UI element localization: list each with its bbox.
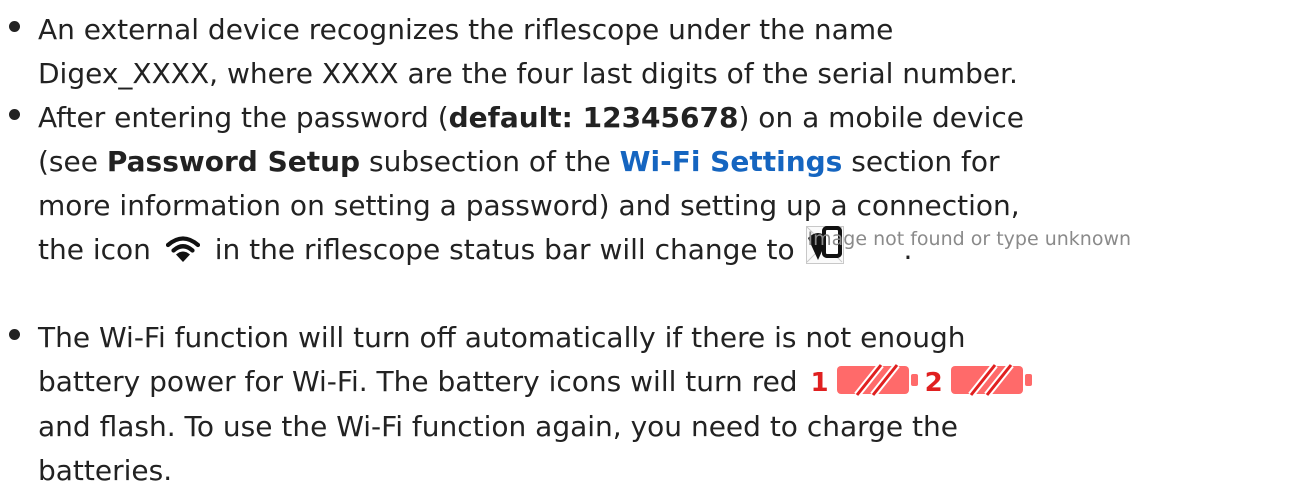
bullet-device-name: An external device recognizes the rifles…	[0, 8, 1098, 96]
battery-2-label: 2	[924, 368, 943, 398]
password-line3: more information on setting a password) …	[38, 189, 1020, 222]
battery-line4: batteries.	[38, 454, 173, 487]
password-subsection-text: subsection of the	[360, 145, 620, 178]
battery-line3: and flash. To use the Wi-Fi function aga…	[38, 410, 958, 443]
password-text-before: After entering the password (	[38, 101, 449, 134]
battery-1-label: 1	[810, 368, 829, 398]
bullet-battery: The Wi-Fi function will turn off automat…	[0, 316, 1098, 493]
bullet-device-name-line1: An external device recognizes the rifles…	[38, 13, 894, 46]
battery-text-before: battery power for Wi-Fi. The battery ico…	[38, 365, 807, 398]
password-text-after: ) on a mobile device	[738, 101, 1024, 134]
broken-image-icon: Image not found or type unknown	[805, 226, 1131, 264]
password-section-for-text: section for	[842, 145, 1000, 178]
password-default: default: 12345678	[448, 101, 739, 134]
password-setup-label: Password Setup	[106, 145, 361, 178]
wifi-settings-link[interactable]: Wi-Fi Settings	[620, 145, 843, 178]
password-the-icon-text: the icon	[38, 233, 160, 266]
battery-empty-icon	[835, 362, 921, 398]
battery-line1: The Wi-Fi function will turn off automat…	[38, 321, 966, 354]
battery-empty-icon	[949, 362, 1035, 398]
broken-image-alt-text: Image not found or type unknown	[807, 228, 1132, 250]
bullet-device-name-line2: Digex_XXXX, where XXXX are the four last…	[38, 57, 1018, 90]
password-see-text: (see	[38, 145, 107, 178]
wifi-icon	[165, 233, 200, 263]
bullet-password: After entering the password (default: 12…	[0, 96, 1131, 272]
password-status-bar-text: in the riflescope status bar will change…	[205, 233, 804, 266]
